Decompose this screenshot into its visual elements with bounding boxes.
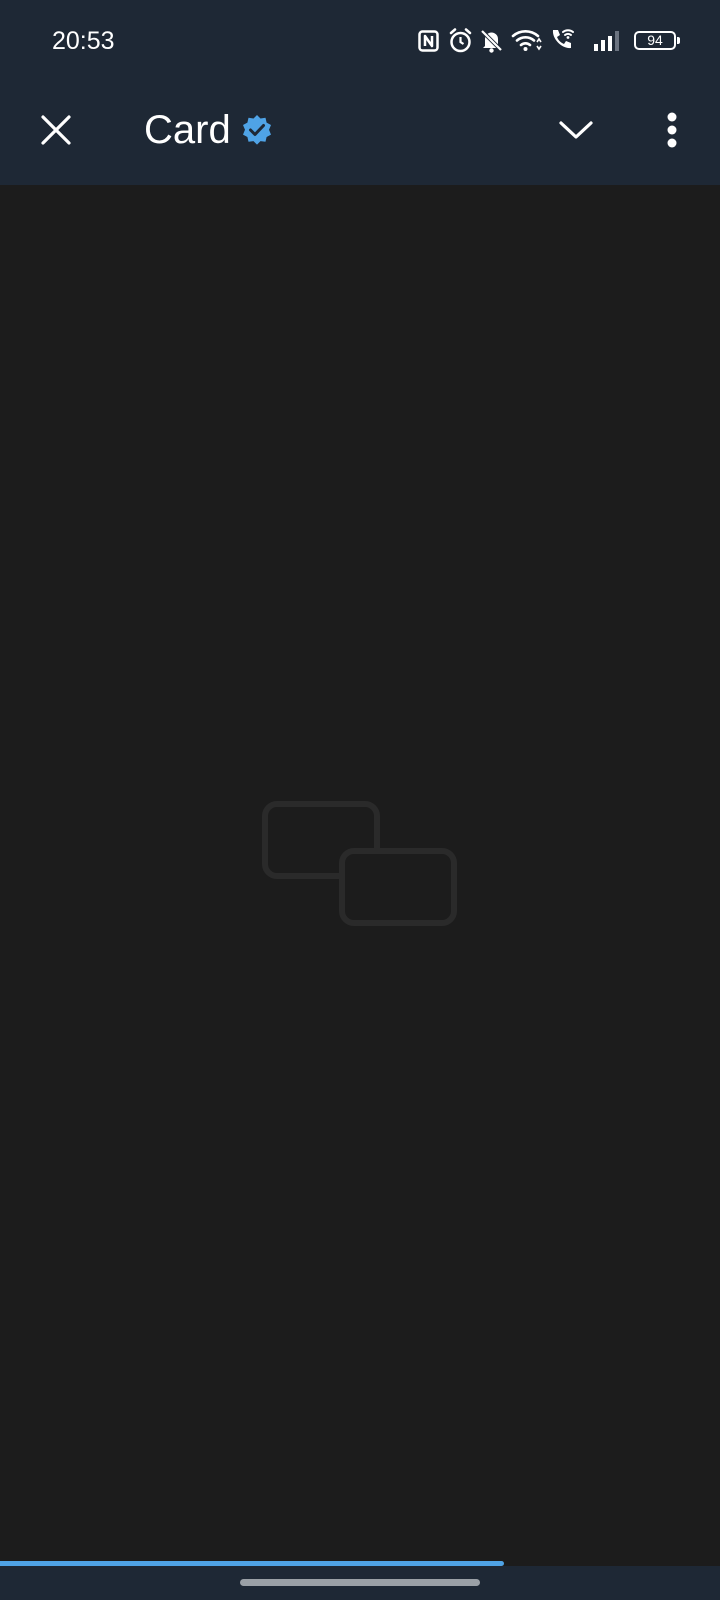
alarm-icon [449, 28, 472, 53]
nfc-icon [418, 30, 439, 52]
status-icons [0, 0, 720, 84]
page-title: Card [144, 108, 231, 152]
battery-tip [677, 37, 680, 44]
content-area [0, 185, 720, 1565]
more-vert-icon [667, 112, 677, 148]
chevron-down-icon [559, 121, 593, 139]
home-indicator[interactable] [240, 1579, 480, 1586]
title-group: Card [144, 106, 273, 154]
expand-button[interactable] [548, 102, 604, 158]
navigation-bar [0, 1566, 720, 1600]
battery-level: 94 [647, 32, 663, 48]
status-bar: 20:53 94 [0, 0, 720, 84]
close-button[interactable] [28, 102, 84, 158]
wifi-calling-icon [552, 29, 574, 49]
more-options-button[interactable] [644, 102, 700, 158]
close-icon [41, 115, 71, 145]
app-bar: Card [0, 84, 720, 185]
bell-off-icon [480, 29, 503, 53]
image-placeholder-icon [262, 801, 457, 926]
wifi-icon [511, 30, 542, 51]
battery-icon: 94 [634, 31, 676, 50]
signal-icon [594, 31, 619, 51]
verified-badge-icon [241, 114, 273, 146]
